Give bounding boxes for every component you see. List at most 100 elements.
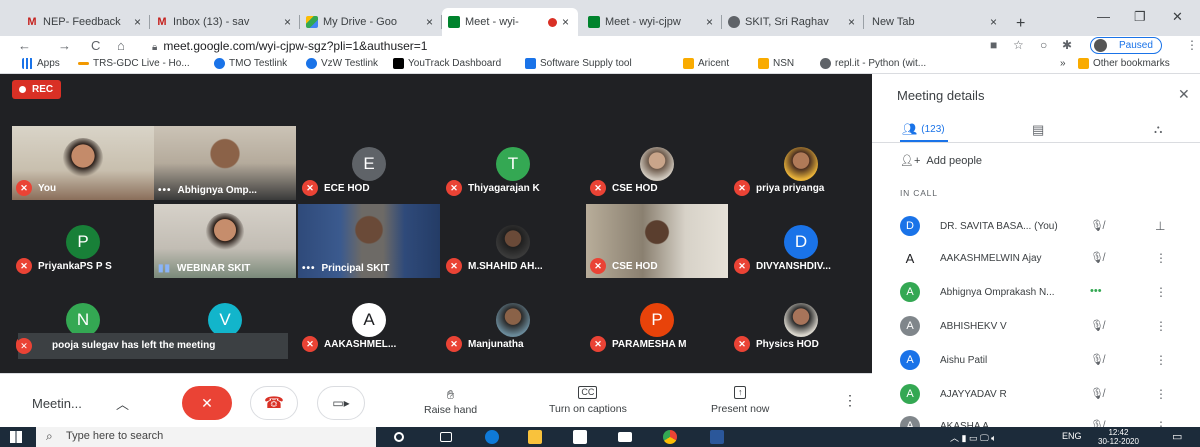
- avatar: A: [900, 248, 920, 268]
- participant-tile[interactable]: ••• Principal SKIT: [298, 204, 440, 278]
- participant-row[interactable]: D DR. SAVITA BASA... (You) 🎙︎̸ ⊥: [900, 216, 1200, 240]
- close-icon[interactable]: ×: [134, 15, 144, 29]
- bookmark-item[interactable]: VzW Testlink: [306, 58, 378, 69]
- participant-tile[interactable]: ✕ CSE HOD: [586, 204, 728, 278]
- bookmark-item[interactable]: Software Supply tool: [525, 58, 632, 69]
- back-icon[interactable]: ←: [18, 38, 31, 53]
- more-options-icon[interactable]: ⋮: [1155, 319, 1167, 333]
- more-options-icon[interactable]: ⋮: [1155, 353, 1167, 367]
- puzzle-icon[interactable]: ✱: [1062, 38, 1072, 52]
- leave-call-button[interactable]: ☎: [250, 386, 298, 420]
- bookmark-item[interactable]: repl.it - Python (wit...: [820, 58, 926, 69]
- camera-icon[interactable]: ■: [990, 38, 997, 52]
- captions-button[interactable]: CC Turn on captions: [549, 386, 627, 415]
- task-view-icon[interactable]: [440, 432, 452, 442]
- new-tab-button[interactable]: +: [1016, 15, 1025, 33]
- forward-icon[interactable]: →: [58, 38, 71, 53]
- meeting-title[interactable]: Meetin...: [32, 396, 82, 411]
- more-options-icon[interactable]: ⋮: [1155, 387, 1167, 401]
- close-icon[interactable]: ×: [848, 15, 858, 29]
- raise-hand-button[interactable]: ✋︎ Raise hand: [424, 386, 477, 416]
- add-people-button[interactable]: 👤︎+ Add people: [900, 154, 982, 167]
- word-icon[interactable]: [710, 430, 724, 444]
- participant-tile[interactable]: ✕ Physics HOD: [730, 282, 872, 356]
- pin-icon[interactable]: ⊥: [1155, 219, 1165, 233]
- language-indicator[interactable]: ENG: [1062, 431, 1082, 441]
- browser-tab[interactable]: SKIT, Sri Raghav ×: [722, 8, 864, 36]
- window-close-icon[interactable]: ✕: [1172, 9, 1183, 25]
- camera-toggle-button[interactable]: ▭▸: [317, 386, 365, 420]
- menu-dots-icon[interactable]: ⋮: [1186, 38, 1198, 52]
- close-icon[interactable]: ✕: [1178, 86, 1190, 103]
- divider: [872, 142, 1200, 143]
- address-bar[interactable]: 🔒︎ meet.google.com/wyi-cjpw-sgz?pli=1&aut…: [152, 39, 427, 53]
- taskbar-clock[interactable]: 12:42 30-12-2020: [1098, 428, 1139, 446]
- participant-tile[interactable]: ••• Abhignya Omp...: [154, 126, 296, 200]
- participant-tile[interactable]: P ✕ PriyankaPS P S: [12, 204, 154, 278]
- participant-tile[interactable]: ✕ Manjunatha: [442, 282, 584, 356]
- participant-tile[interactable]: P ✕ PARAMESHA M: [586, 282, 728, 356]
- participant-tile[interactable]: E ✕ ECE HOD: [298, 126, 440, 200]
- windows-start-icon[interactable]: [10, 431, 22, 443]
- tab-people[interactable]: 👥︎ (123): [902, 122, 945, 136]
- minimize-icon[interactable]: —: [1097, 9, 1110, 24]
- close-icon[interactable]: ×: [990, 15, 1000, 29]
- chevron-up-icon[interactable]: ︿: [116, 394, 129, 413]
- star-icon[interactable]: ☆: [1013, 38, 1024, 52]
- extension-icon[interactable]: ○: [1040, 38, 1047, 52]
- participant-row[interactable]: A Abhignya Omprakash N... ••• ⋮: [900, 282, 1200, 306]
- participant-tile[interactable]: A ✕ AAKASHMEL...: [298, 282, 440, 356]
- participant-name: ABHISHEKV V: [940, 321, 1007, 332]
- browser-tab[interactable]: M Inbox (13) - sav ×: [150, 8, 300, 36]
- bookmark-item[interactable]: TMO Testlink: [214, 58, 287, 69]
- mic-toggle-button[interactable]: ✕: [182, 386, 232, 420]
- more-options-icon[interactable]: ⋮: [1155, 251, 1167, 265]
- edge-icon[interactable]: [485, 430, 499, 444]
- browser-tab[interactable]: New Tab ×: [866, 8, 1006, 36]
- bookmark-item[interactable]: NSN: [758, 58, 794, 69]
- browser-tab-active[interactable]: Meet - wyi- ×: [442, 8, 578, 36]
- bookmark-label: Other bookmarks: [1093, 58, 1170, 69]
- close-icon[interactable]: ×: [706, 15, 716, 29]
- taskbar-search-input[interactable]: ⌕ Type here to search: [36, 427, 376, 447]
- participant-tile[interactable]: D ✕ DIVYANSHDIV...: [730, 204, 872, 278]
- bookmark-item[interactable]: Aricent: [683, 58, 729, 69]
- store-icon[interactable]: [573, 430, 587, 444]
- activities-icon[interactable]: ⛬: [1154, 122, 1162, 137]
- participant-tile[interactable]: T ✕ Thiyagarajan K: [442, 126, 584, 200]
- browser-tab[interactable]: Meet - wyi-cjpw ×: [582, 8, 722, 36]
- bookmark-item[interactable]: YouTrack Dashboard: [393, 58, 501, 69]
- participant-tile[interactable]: ✕ CSE HOD: [586, 126, 728, 200]
- home-icon[interactable]: ⌂: [117, 38, 125, 53]
- chat-icon[interactable]: ▤: [1032, 122, 1044, 138]
- file-explorer-icon[interactable]: [528, 430, 542, 444]
- close-icon[interactable]: ×: [284, 15, 294, 29]
- participant-tile[interactable]: ▮▮ WEBINAR SKIT: [154, 204, 296, 278]
- close-icon[interactable]: ×: [562, 15, 572, 29]
- browser-tab[interactable]: M NEP- Feedback ×: [20, 8, 150, 36]
- participant-tile[interactable]: ✕ priya priyanga: [730, 126, 872, 200]
- more-options-icon[interactable]: ⋮: [843, 392, 857, 409]
- notifications-icon[interactable]: ▭: [1172, 430, 1182, 443]
- restore-icon[interactable]: ❐: [1134, 9, 1146, 25]
- bookmark-item[interactable]: Apps: [22, 58, 60, 69]
- system-tray-icons[interactable]: ︿ ▮ ▭ 🖵︎ 🔈︎: [950, 431, 997, 444]
- participant-row[interactable]: A Aishu Patil 🎙︎̸ ⋮: [900, 350, 1200, 374]
- mail-icon[interactable]: [618, 432, 632, 442]
- cortana-icon[interactable]: [394, 432, 404, 442]
- participant-tile[interactable]: ✕ You: [12, 126, 154, 200]
- other-bookmarks[interactable]: Other bookmarks: [1078, 58, 1170, 69]
- participant-row[interactable]: A ABHISHEKV V 🎙︎̸ ⋮: [900, 316, 1200, 340]
- bookmark-item[interactable]: TRS-GDC Live - Ho...: [78, 58, 190, 69]
- profile-paused-button[interactable]: Paused: [1090, 37, 1162, 54]
- browser-tab[interactable]: My Drive - Goo ×: [300, 8, 442, 36]
- close-icon[interactable]: ×: [426, 15, 436, 29]
- reload-icon[interactable]: C: [91, 38, 100, 53]
- participant-row[interactable]: A AJAYYADAV R 🎙︎̸ ⋮: [900, 384, 1200, 408]
- present-now-button[interactable]: ↑ Present now: [711, 386, 769, 415]
- chrome-icon[interactable]: [663, 430, 677, 444]
- participant-tile[interactable]: ✕ M.SHAHID AH...: [442, 204, 584, 278]
- more-options-icon[interactable]: ⋮: [1155, 285, 1167, 299]
- participant-row[interactable]: A AAKASHMELWIN Ajay 🎙︎̸ ⋮: [900, 248, 1200, 272]
- bookmarks-overflow-button[interactable]: »: [1060, 58, 1066, 69]
